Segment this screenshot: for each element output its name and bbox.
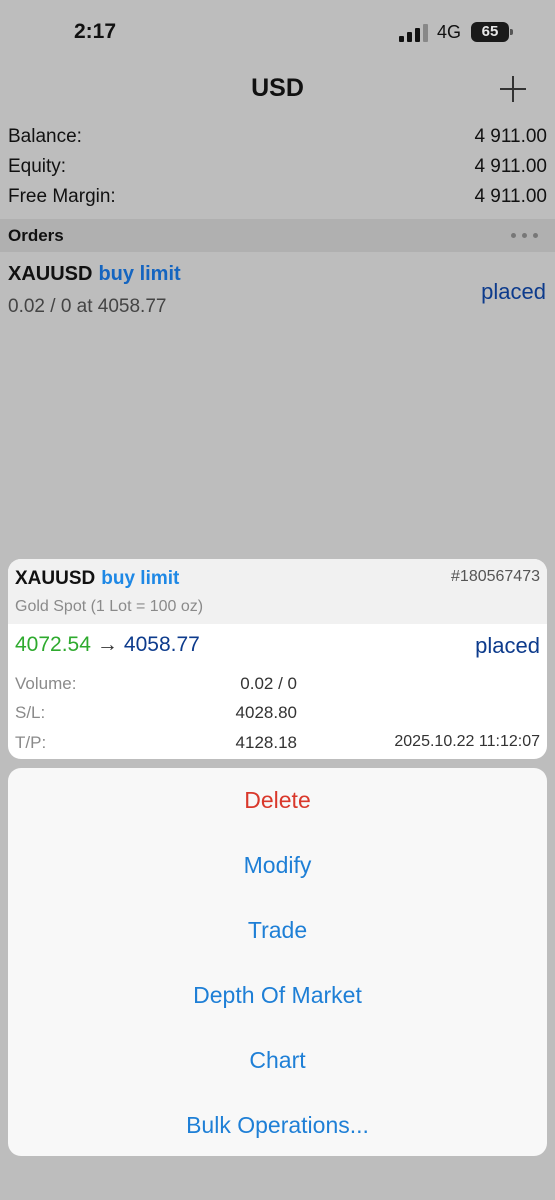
battery-percent: 65 xyxy=(481,23,499,40)
detail-symbol: XAUUSD buy limit xyxy=(15,568,179,590)
free-margin-value: 4 911.00 xyxy=(474,186,547,207)
depth-of-market-button[interactable]: Depth Of Market xyxy=(8,963,547,1028)
take-profit-label: T/P: xyxy=(15,733,47,752)
equity-label: Equity: xyxy=(8,156,67,177)
cellular-signal-icon xyxy=(399,24,429,42)
order-status: placed xyxy=(481,279,546,304)
orders-section-title: Orders xyxy=(8,226,64,245)
balance-label: Balance: xyxy=(8,126,82,147)
take-profit-value: 4128.18 xyxy=(235,733,297,752)
battery-cap xyxy=(510,29,513,35)
status-bar: 2:17 4G 65 xyxy=(0,0,555,66)
delete-button[interactable]: Delete xyxy=(8,768,547,833)
volume-value: 0.02 / 0 xyxy=(240,674,297,693)
order-type: buy limit xyxy=(98,263,181,285)
balance-value: 4 911.00 xyxy=(474,126,547,147)
modify-button[interactable]: Modify xyxy=(8,833,547,898)
symbol-description: Gold Spot (1 Lot = 100 oz) xyxy=(15,598,204,615)
order-symbol-text: XAUUSD xyxy=(8,263,93,285)
chart-button[interactable]: Chart xyxy=(8,1028,547,1093)
ellipsis-icon[interactable] xyxy=(511,233,539,239)
order-list-item[interactable]: XAUUSD buy limit 0.02 / 0 at 4058.77 plac… xyxy=(0,258,555,324)
detail-symbol-text: XAUUSD xyxy=(15,568,96,589)
volume-label: Volume: xyxy=(15,674,77,693)
detail-order-type: buy limit xyxy=(101,568,180,589)
orders-section-header: Orders xyxy=(0,219,555,252)
order-price: 4058.77 xyxy=(123,633,200,656)
detail-status: placed xyxy=(475,633,540,658)
page-title: USD xyxy=(251,74,304,102)
bulk-operations-button[interactable]: Bulk Operations... xyxy=(8,1093,547,1156)
equity-value: 4 911.00 xyxy=(474,156,547,177)
battery-icon: 65 xyxy=(471,22,509,42)
arrow-right-icon: → xyxy=(96,633,118,656)
order-detail-header: XAUUSD buy limit #180567473 Gold Spot (1 … xyxy=(8,559,547,624)
order-symbol: XAUUSD buy limit xyxy=(8,263,181,286)
order-detail-card: XAUUSD buy limit #180567473 Gold Spot (1 … xyxy=(8,559,547,759)
action-sheet: Delete Modify Trade Depth Of Market Char… xyxy=(8,768,547,1156)
free-margin-label: Free Margin: xyxy=(8,186,116,207)
order-timestamp: 2025.10.22 11:12:07 xyxy=(394,733,540,750)
plus-icon[interactable] xyxy=(500,76,526,102)
stop-loss-value: 4028.80 xyxy=(235,703,297,722)
balance-row: Balance: 4 911.00 xyxy=(8,126,547,156)
stop-loss-label: S/L: xyxy=(15,703,46,722)
network-type: 4G xyxy=(437,22,462,42)
trade-button[interactable]: Trade xyxy=(8,898,547,963)
current-price: 4072.54 xyxy=(15,633,91,656)
order-detail: 0.02 / 0 at 4058.77 xyxy=(8,296,167,317)
status-time: 2:17 xyxy=(74,20,117,43)
equity-row: Equity: 4 911.00 xyxy=(8,156,547,186)
price-line: 4072.54 → 4058.77 xyxy=(15,633,200,657)
order-ticket: #180567473 xyxy=(451,568,540,585)
free-margin-row: Free Margin: 4 911.00 xyxy=(8,186,547,216)
